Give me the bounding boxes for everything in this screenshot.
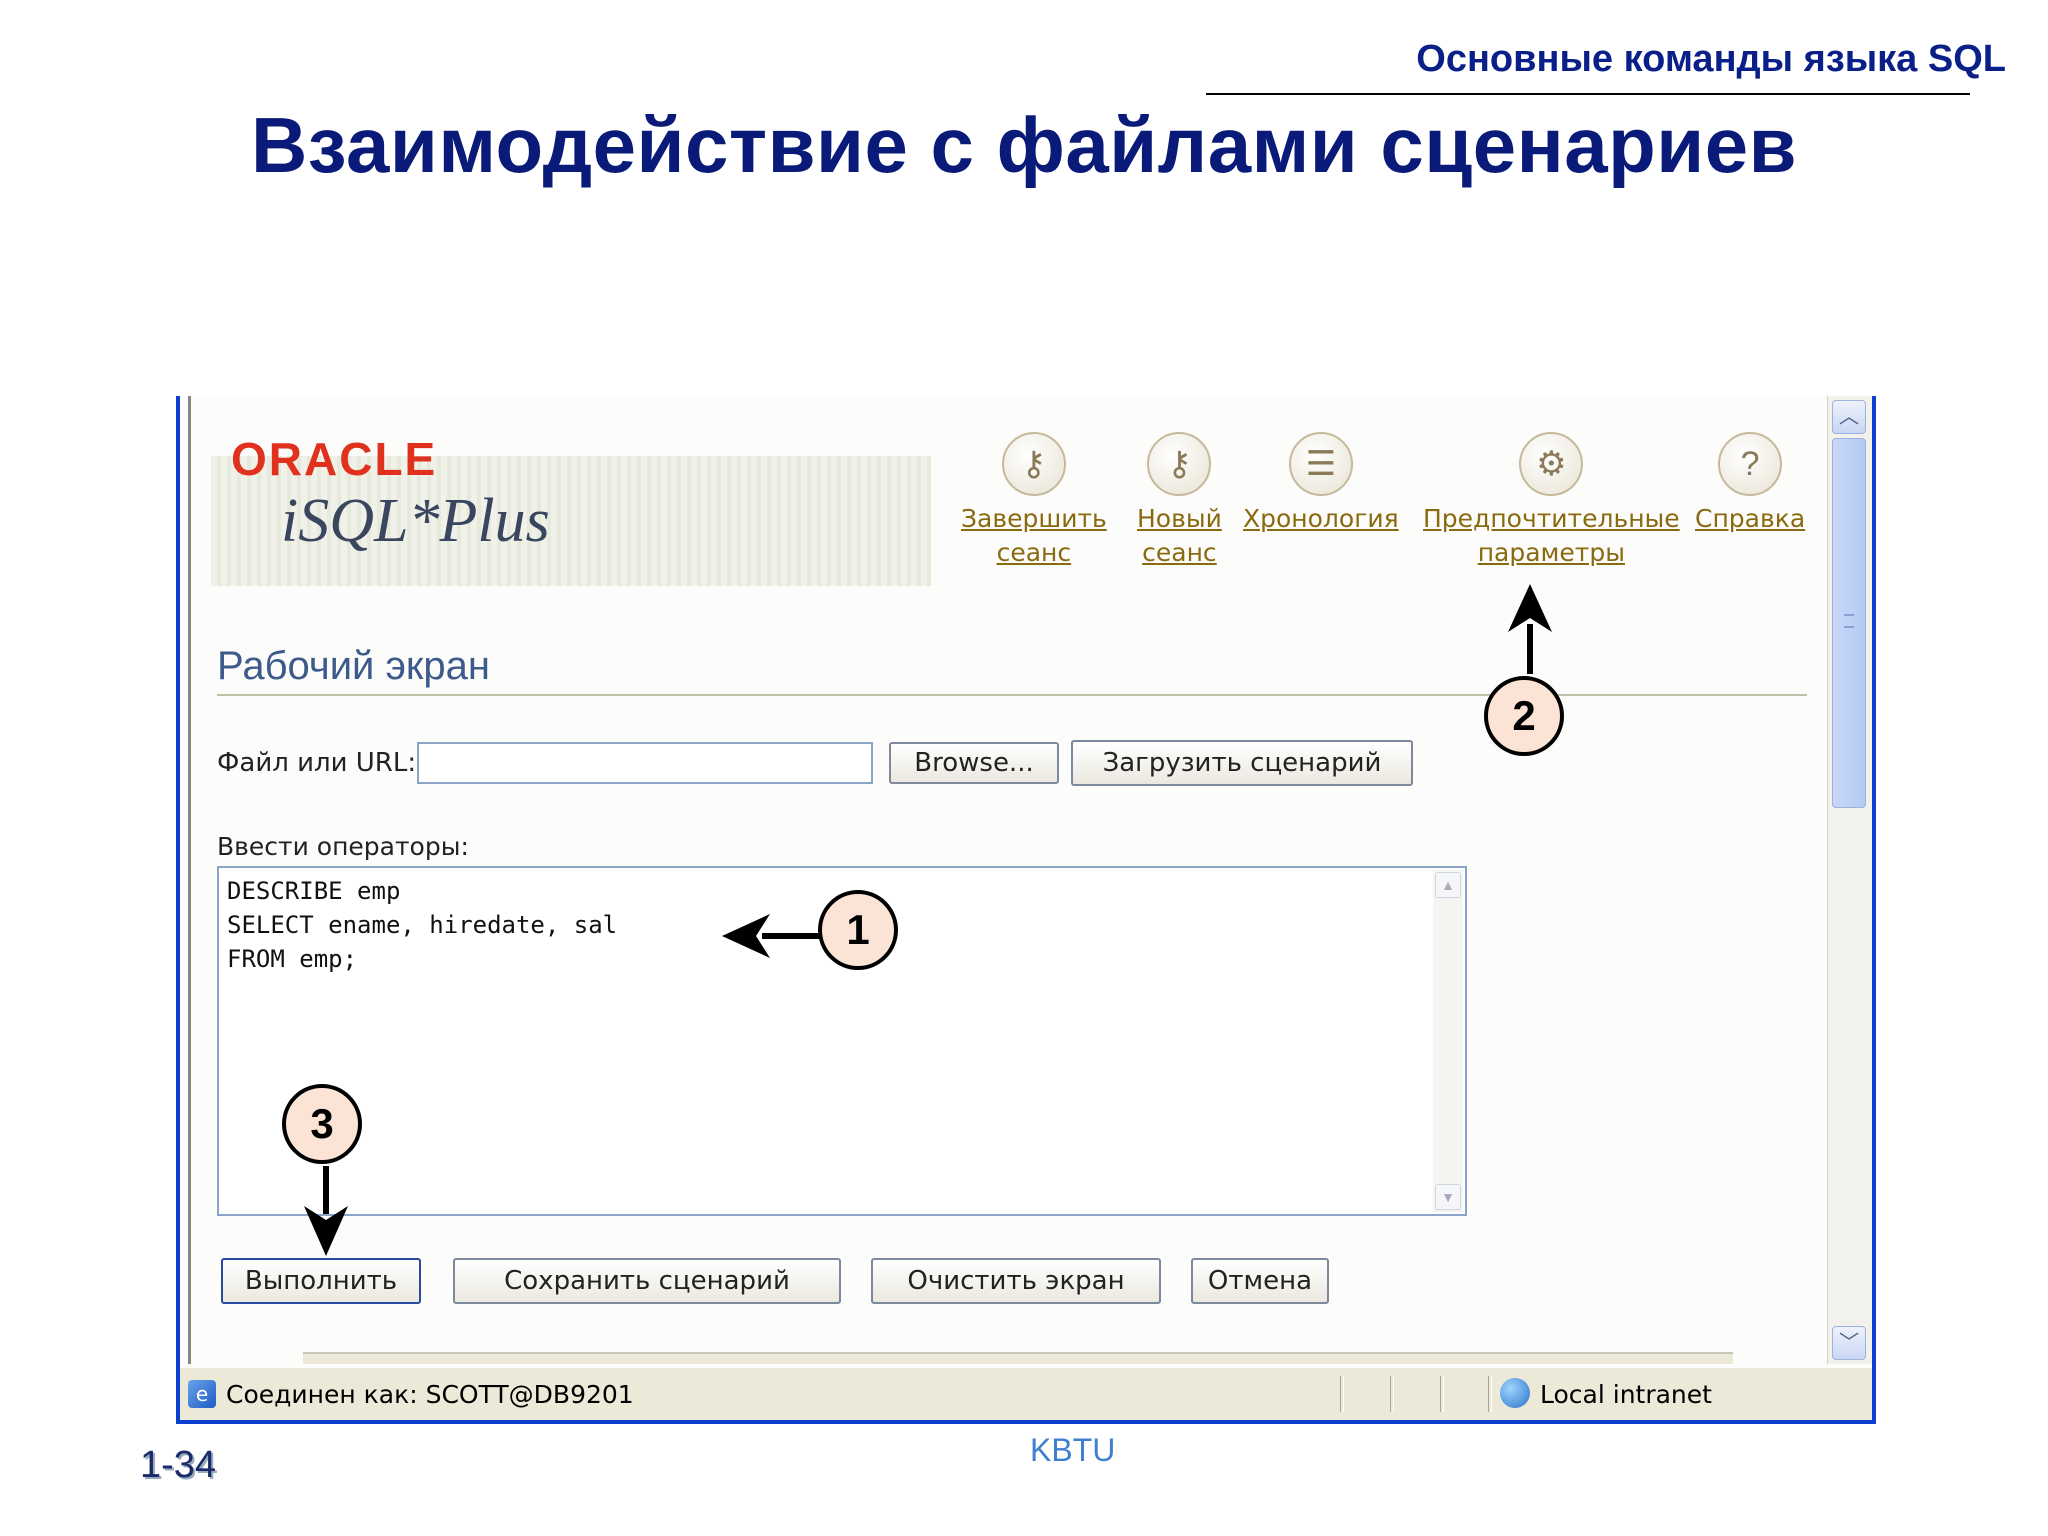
textarea-scroll-up-icon[interactable]: ▲ — [1435, 872, 1461, 898]
textarea-scroll-down-icon[interactable]: ▼ — [1435, 1184, 1461, 1210]
page-scrollbar[interactable]: ︿ ﹀ — [1827, 396, 1872, 1364]
key-icon: ⚷ — [1147, 432, 1212, 496]
security-zone-label: Local intranet — [1540, 1380, 1712, 1409]
nav-history[interactable]: ☰ Хронология — [1243, 432, 1399, 536]
textarea-scrollbar[interactable]: ▲ ▼ — [1433, 870, 1463, 1212]
nav-preferences-label[interactable]: Предпочтительные параметры — [1423, 502, 1680, 570]
save-script-button[interactable]: Сохранить сценарий — [453, 1258, 841, 1304]
callout-1: 1 — [818, 890, 898, 970]
file-url-input[interactable] — [417, 742, 873, 784]
slide-section-title: Основные команды языка SQL — [1416, 38, 2006, 80]
help-icon: ? — [1718, 432, 1783, 496]
oracle-logo: ORACLE — [231, 433, 438, 485]
statements-label: Ввести операторы: — [217, 832, 469, 861]
load-script-button[interactable]: Загрузить сценарий — [1071, 740, 1413, 786]
scroll-thumb[interactable] — [1832, 438, 1866, 808]
execute-button[interactable]: Выполнить — [221, 1258, 421, 1304]
slide-number: 1-34 — [140, 1444, 217, 1486]
nav-history-label[interactable]: Хронология — [1243, 502, 1399, 536]
key-logout-icon: ⚷ — [1001, 432, 1066, 496]
status-divider — [1390, 1376, 1394, 1412]
statements-text: DESCRIBE emp SELECT ename, hiredate, sal… — [227, 877, 618, 973]
callout-3: 3 — [282, 1084, 362, 1164]
file-url-label: Файл или URL: — [217, 748, 417, 778]
nav-new-session[interactable]: ⚷ Новый сеанс — [1137, 432, 1222, 570]
browse-button[interactable]: Browse... — [889, 742, 1059, 784]
nav-logout[interactable]: ⚷ Завершить сеанс — [961, 432, 1107, 570]
browser-window: ORACLE iSQL*Plus ⚷ Завершить сеанс ⚷ Новы… — [176, 396, 1876, 1424]
nav-help[interactable]: ? Справка — [1695, 432, 1805, 536]
callout-2: 2 — [1484, 676, 1564, 756]
page-ie-icon: e — [188, 1380, 216, 1408]
slide-title: Взаимодействие с файлами сценариев — [250, 101, 1798, 189]
status-divider — [1440, 1376, 1444, 1412]
results-area-edge — [303, 1352, 1733, 1364]
connection-status: Соединен как: SCOTT@DB9201 — [226, 1380, 634, 1409]
nav-logout-label[interactable]: Завершить сеанс — [961, 502, 1107, 570]
clear-screen-button[interactable]: Очистить экран — [871, 1258, 1161, 1304]
preferences-icon: ⚙ — [1519, 432, 1584, 496]
footer-label: KBTU — [1030, 1432, 1116, 1468]
history-list-icon: ☰ — [1288, 432, 1353, 496]
status-divider — [1488, 1376, 1492, 1412]
workspace-divider — [217, 694, 1807, 696]
intranet-zone-icon — [1500, 1378, 1530, 1408]
status-divider — [1340, 1376, 1344, 1412]
status-bar: e Соединен как: SCOTT@DB9201 Local intra… — [180, 1367, 1872, 1420]
header-rule — [1206, 93, 1970, 95]
isqlplus-logo: iSQL*Plus — [281, 487, 550, 555]
nav-preferences[interactable]: ⚙ Предпочтительные параметры — [1423, 432, 1680, 570]
nav-help-label[interactable]: Справка — [1695, 502, 1805, 536]
cancel-button[interactable]: Отмена — [1191, 1258, 1329, 1304]
nav-new-session-label[interactable]: Новый сеанс — [1137, 502, 1222, 570]
workspace-title: Рабочий экран — [217, 644, 491, 688]
scroll-down-icon[interactable]: ﹀ — [1832, 1326, 1866, 1360]
page-content: ORACLE iSQL*Plus ⚷ Завершить сеанс ⚷ Новы… — [188, 396, 1824, 1364]
scroll-up-icon[interactable]: ︿ — [1832, 400, 1866, 434]
